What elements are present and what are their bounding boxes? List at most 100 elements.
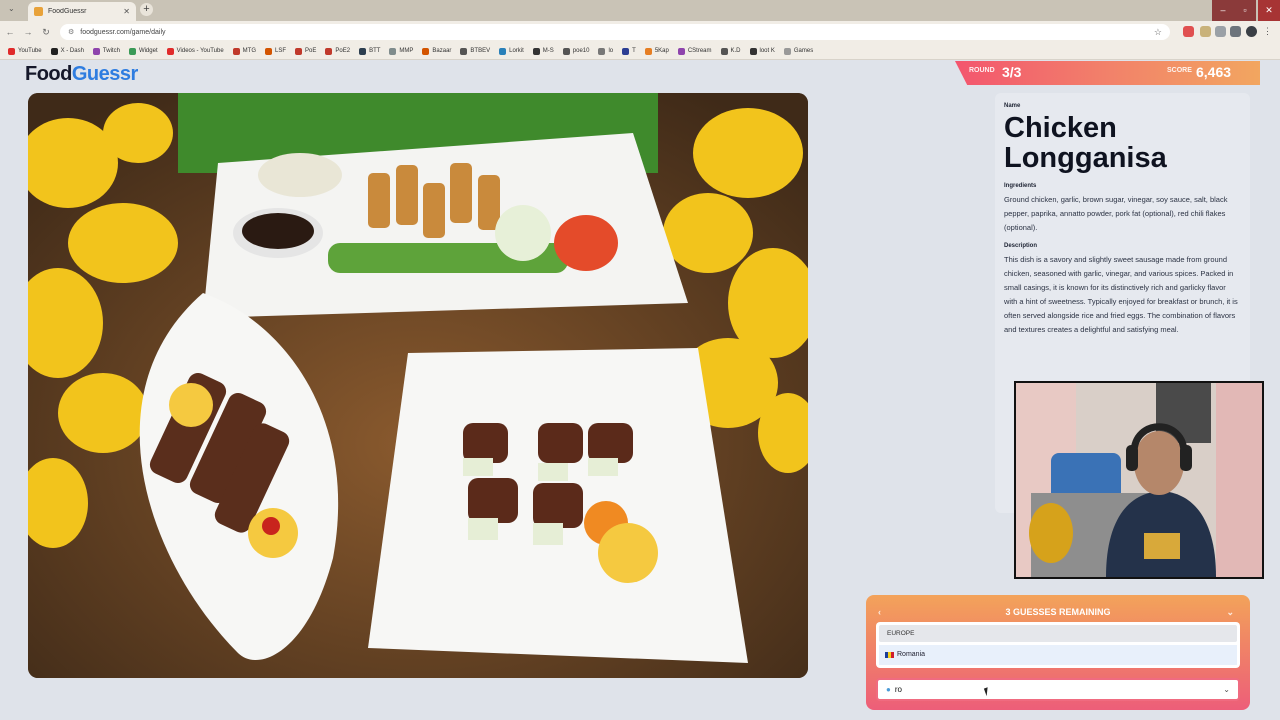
bookmark-label: CStream xyxy=(687,48,712,54)
option-label: Romania xyxy=(897,651,926,658)
bookmark-item[interactable]: Bazaar xyxy=(422,47,452,55)
bookmark-favicon-icon xyxy=(8,47,15,55)
site-info-icon[interactable]: ⚙ xyxy=(68,28,74,36)
bookmark-star-icon[interactable]: ☆ xyxy=(1154,27,1162,38)
logo-food-text: Food xyxy=(25,63,72,85)
bookmark-label: K.D xyxy=(730,48,741,54)
bookmark-item[interactable]: K.D xyxy=(720,47,741,55)
bookmark-item[interactable]: LSF xyxy=(265,47,286,55)
country-search-field[interactable]: ● ⌄ xyxy=(876,678,1240,701)
bookmark-favicon-icon xyxy=(499,47,507,55)
bookmark-favicon-icon xyxy=(677,47,685,55)
address-bar[interactable]: ⚙ foodguessr.com/game/daily ☆ xyxy=(60,24,1170,40)
bookmark-favicon-icon xyxy=(562,47,570,55)
chevron-left-icon[interactable]: ‹ xyxy=(878,603,881,621)
bookmark-item[interactable]: loot K xyxy=(749,47,775,55)
minimize-button[interactable]: – xyxy=(1212,0,1234,21)
streamer-webcam-image xyxy=(1016,383,1262,577)
bookmark-label: loot K xyxy=(759,48,775,54)
bookmark-favicon-icon xyxy=(92,47,100,55)
score-value: 6,463 xyxy=(1196,64,1232,80)
food-photo xyxy=(28,93,808,678)
bookmark-item[interactable]: M-S xyxy=(532,47,554,55)
globe-icon: ● xyxy=(886,685,891,694)
guess-header: ‹ 3 GUESSES REMAINING ⌄ xyxy=(876,603,1240,621)
browser-toolbar: ← → ↻ ⚙ foodguessr.com/game/daily ☆ ⋮ xyxy=(0,21,1280,43)
bookmark-favicon-icon xyxy=(749,47,757,55)
bookmark-item[interactable]: MTG xyxy=(232,47,257,55)
dropdown-chevron-icon[interactable]: ⌄ xyxy=(1223,685,1230,694)
bookmark-label: MMP xyxy=(399,48,414,54)
round-label: ROUND xyxy=(969,67,995,74)
guess-panel: ‹ 3 GUESSES REMAINING ⌄ EUROPE Romania ●… xyxy=(866,595,1250,710)
bookmark-item[interactable]: Videos - YouTube xyxy=(166,47,224,55)
close-window-button[interactable]: ✕ xyxy=(1258,0,1280,21)
bookmark-favicon-icon xyxy=(720,47,728,55)
bookmark-favicon-icon xyxy=(389,47,397,55)
tab-menu-icon[interactable]: ⌄ xyxy=(8,4,15,13)
bookmark-label: PoE2 xyxy=(335,48,351,54)
extension-icon[interactable] xyxy=(1200,26,1211,37)
bookmark-favicon-icon xyxy=(644,47,652,55)
bookmark-item[interactable]: Twitch xyxy=(92,47,120,55)
country-search-input[interactable] xyxy=(894,685,1224,694)
region-group-label: EUROPE xyxy=(879,625,1237,642)
bookmark-item[interactable]: BTBEV xyxy=(460,47,490,55)
bookmark-label: T xyxy=(632,48,636,54)
bookmark-item[interactable]: Games xyxy=(783,47,814,55)
chevron-down-icon[interactable]: ⌄ xyxy=(1226,603,1234,621)
bookmark-label: MTG xyxy=(242,48,257,54)
bookmark-label: 5Kap xyxy=(654,48,669,54)
name-label: Name xyxy=(1004,103,1021,109)
bookmark-favicon-icon xyxy=(460,47,468,55)
bookmark-item[interactable]: PoE xyxy=(295,47,317,55)
browser-tab[interactable]: FoodGuessr ✕ xyxy=(28,2,136,21)
bookmark-favicon-icon xyxy=(325,47,333,55)
bookmark-item[interactable]: BTT xyxy=(359,47,380,55)
reload-icon[interactable]: ↻ xyxy=(38,27,54,38)
foodguessr-logo[interactable]: FoodGuessr xyxy=(25,63,138,86)
bookmark-item[interactable]: Lorkit xyxy=(499,47,524,55)
close-tab-icon[interactable]: ✕ xyxy=(123,7,130,16)
bookmark-item[interactable]: lo xyxy=(598,47,613,55)
bookmark-label: poe10 xyxy=(572,48,590,54)
country-option-romania[interactable]: Romania xyxy=(879,645,1237,665)
bookmark-item[interactable]: PoE2 xyxy=(325,47,351,55)
new-tab-button[interactable]: + xyxy=(140,3,153,16)
bookmark-favicon-icon xyxy=(359,47,367,55)
logo-guessr-text: Guessr xyxy=(71,63,138,85)
bookmark-label: Twitch xyxy=(102,48,120,54)
bookmark-favicon-icon xyxy=(166,47,174,55)
bookmark-label: PoE xyxy=(305,48,317,54)
guesses-remaining: 3 GUESSES REMAINING xyxy=(1005,607,1111,617)
score-bar: ROUND 3/3 SCORE 6,463 xyxy=(955,61,1260,85)
description-text: This dish is a savory and slightly sweet… xyxy=(1004,255,1238,334)
back-icon[interactable]: ← xyxy=(2,27,18,37)
description-label: Description xyxy=(1004,243,1038,249)
bookmark-item[interactable]: MMP xyxy=(389,47,414,55)
profile-avatar[interactable] xyxy=(1246,26,1257,37)
bookmark-label: Bazaar xyxy=(432,48,452,54)
bookmark-label: M-S xyxy=(542,48,554,54)
extensions-puzzle-icon[interactable] xyxy=(1215,26,1226,37)
forward-icon[interactable]: → xyxy=(20,27,36,37)
bookmark-item[interactable]: CStream xyxy=(677,47,712,55)
browser-tabstrip: ⌄ FoodGuessr ✕ + – ▫ ✕ xyxy=(0,0,1280,21)
bookmark-favicon-icon xyxy=(295,47,303,55)
bookmark-item[interactable]: X - Dash xyxy=(50,47,84,55)
maximize-button[interactable]: ▫ xyxy=(1234,0,1256,21)
bookmark-favicon-icon xyxy=(622,47,630,55)
browser-menu-icon[interactable]: ⋮ xyxy=(1263,26,1274,37)
bookmark-item[interactable]: YouTube xyxy=(8,47,42,55)
round-value: 3/3 xyxy=(1002,64,1022,80)
bookmark-item[interactable]: poe10 xyxy=(562,47,590,55)
bookmark-favicon-icon xyxy=(232,47,240,55)
gmail-extension-icon[interactable] xyxy=(1183,26,1194,37)
sidebar-icon[interactable] xyxy=(1230,26,1241,37)
bookmark-item[interactable]: Widget xyxy=(128,47,158,55)
bookmark-item[interactable]: T xyxy=(622,47,636,55)
bookmark-favicon-icon xyxy=(598,47,606,55)
url-text: foodguessr.com/game/daily xyxy=(80,28,166,36)
bookmark-item[interactable]: 5Kap xyxy=(644,47,669,55)
bookmark-label: Games xyxy=(793,48,814,54)
